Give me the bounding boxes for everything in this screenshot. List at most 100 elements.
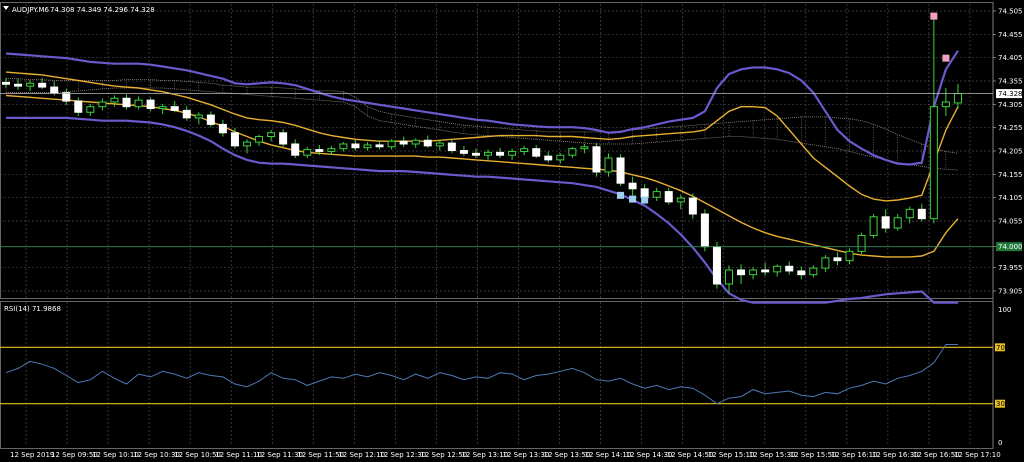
bear-candle [628,182,637,190]
bear-candle [616,157,625,184]
bull-candle [411,139,420,145]
bull-candle [941,101,950,108]
bear-candle [38,82,47,88]
pink-signal-marker [942,54,950,62]
time-tick-label: 12 Sep 14:30 [626,451,673,459]
bear-candle [544,155,553,161]
bear-candle [146,99,155,110]
bull-candle [845,250,854,262]
bear-candle [737,269,746,276]
time-tick-label: 12 Sep 15:50 [790,451,837,459]
price-tick-label: 74.355 [998,78,1023,86]
bull-candle [435,142,444,147]
time-tick-label: 12 Sep 10:30 [133,451,180,459]
bull-candle [194,114,203,119]
price-tick-label: 74.105 [998,194,1023,202]
price-tick-label: 74.455 [998,31,1023,39]
blue-signal-marker [641,196,649,204]
bear-candle [122,97,131,108]
price-tick-label: 73.905 [998,288,1023,296]
bull-candle [303,149,312,156]
bear-candle [206,114,215,125]
price-tick-label: 74.205 [998,148,1023,156]
bull-candle [821,257,830,269]
rsi-level-label: 70 [996,344,1005,352]
pink-signal-marker [930,12,938,20]
time-tick-label: 12 Sep 10:50 [174,451,221,459]
bull-candle [339,143,348,150]
bear-candle [471,152,480,156]
time-tick-label: 12 Sep 14:10 [585,451,632,459]
bull-candle [857,234,866,252]
time-tick-label: 12 Sep 11:30 [256,451,303,459]
bear-candle [447,142,456,152]
bear-candle [375,144,384,148]
bull-candle [556,154,565,161]
time-tick-label: 12 Sep 12:10 [338,451,385,459]
symbol-label: AUDJPY.M6 [12,6,50,14]
bear-candle [423,139,432,147]
time-tick-label: 12 Sep 17:10 [954,451,1001,459]
bear-candle [2,81,10,85]
blue-signal-marker [629,195,637,203]
marked-level-label: 74.000 [998,243,1023,251]
time-tick-label: 12 Sep 14:50 [667,451,714,459]
price-chart[interactable]: 70 30 74.505 74.455 74.405 74.355 74.305 74.25… [0,0,1024,462]
bear-candle [14,83,23,87]
bull-candle [26,82,35,87]
bear-candle [230,132,239,147]
time-tick-label: 12 Sep 13:30 [503,451,550,459]
price-tick-label: 74.505 [998,8,1023,16]
bear-candle [291,143,300,156]
rsi-tick-label: 0 [998,439,1002,447]
bull-candle [568,148,577,156]
bear-candle [592,146,601,173]
bull-candle [869,216,878,236]
bear-candle [664,191,673,203]
bear-candle [797,270,806,276]
bull-candle [327,148,336,152]
bear-candle [688,197,697,215]
bear-candle [917,208,926,220]
bear-candle [399,140,408,145]
rsi-tick-label: 100 [998,306,1011,314]
price-tick-label: 74.155 [998,171,1023,179]
bear-candle [459,150,468,154]
time-tick-label: 12 Sep 2019 [10,451,54,459]
bear-candle [218,123,227,134]
bull-candle [110,97,119,103]
price-tick-label: 74.405 [998,54,1023,62]
time-tick-label: 12 Sep 15:30 [749,451,796,459]
bull-candle [520,148,529,152]
bull-candle [255,136,264,143]
bull-candle [363,144,372,149]
bear-candle [170,106,179,111]
bear-candle [496,151,505,156]
time-tick-label: 12 Sep 11:10 [215,451,262,459]
bull-candle [98,101,107,108]
price-tick-label: 74.055 [998,218,1023,226]
bull-candle [749,269,758,276]
bear-candle [74,100,83,113]
blue-signal-marker [617,191,625,199]
time-tick-label: 12 Sep 09:50 [51,451,98,459]
time-tick-label: 12 Sep 16:30 [872,451,919,459]
bull-candle [893,217,902,229]
bull-candle [773,265,782,273]
bull-candle [243,141,251,147]
bear-candle [315,149,324,152]
rsi-level-label: 30 [996,400,1005,408]
bear-candle [532,148,541,157]
bull-candle [387,140,396,148]
bull-candle [86,106,95,113]
ohlc-label: 74.308 74.349 74.296 74.328 [50,6,155,14]
bull-candle [953,93,962,104]
bull-candle [134,99,143,108]
bear-candle [182,109,191,119]
bear-candle [785,265,794,272]
bull-candle [809,267,818,276]
time-tick-label: 12 Sep 12:50 [420,451,467,459]
price-tick-label: 74.305 [998,101,1023,109]
bull-candle [484,151,492,156]
bull-candle [652,191,661,198]
